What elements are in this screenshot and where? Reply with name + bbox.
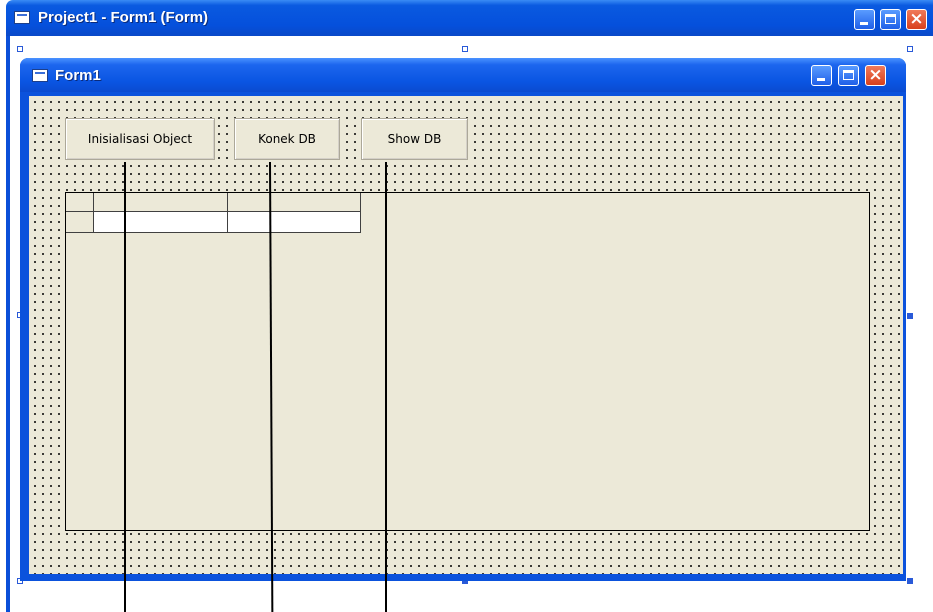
resize-handle-e[interactable] xyxy=(907,313,913,319)
grid-corner-cell xyxy=(66,193,94,212)
resize-handle-ne xyxy=(907,46,913,52)
connect-db-button[interactable]: Konek DB xyxy=(234,118,340,160)
minimize-icon xyxy=(860,22,868,25)
form-maximize-button[interactable] xyxy=(838,65,859,86)
show-db-button-label: Show DB xyxy=(387,132,442,146)
maximize-icon xyxy=(843,70,854,80)
init-object-button[interactable]: Inisialisasi Object xyxy=(65,118,215,160)
grid-column-header[interactable] xyxy=(94,193,228,212)
callout-line xyxy=(385,162,387,612)
maximize-button[interactable] xyxy=(880,9,901,30)
maximize-icon xyxy=(885,14,896,24)
grid-cell[interactable] xyxy=(94,212,228,233)
designer-window-title: Project1 - Form1 (Form) xyxy=(38,9,209,26)
data-grid[interactable] xyxy=(65,192,870,531)
close-icon: × xyxy=(868,65,883,85)
minimize-button[interactable] xyxy=(854,9,875,30)
grid-row-header[interactable] xyxy=(66,212,94,233)
designer-titlebar[interactable]: Project1 - Form1 (Form) × xyxy=(6,0,933,36)
resize-handle-nw xyxy=(17,46,23,52)
resize-handle-se[interactable] xyxy=(907,578,913,584)
minimize-icon xyxy=(817,78,825,81)
grid-cell[interactable] xyxy=(228,212,361,233)
form-designer-icon xyxy=(14,11,30,24)
form-close-button[interactable]: × xyxy=(865,65,886,86)
close-button[interactable]: × xyxy=(906,9,927,30)
form-titlebar[interactable]: Form1 × xyxy=(20,58,906,92)
close-icon: × xyxy=(909,9,924,29)
connect-db-button-label: Konek DB xyxy=(258,132,316,146)
form-icon xyxy=(32,69,48,82)
form-window-title: Form1 xyxy=(55,67,101,84)
designer-border xyxy=(6,36,10,612)
resize-handle-n xyxy=(462,46,468,52)
grid-column-header[interactable] xyxy=(228,193,361,212)
callout-line xyxy=(124,162,126,612)
init-object-button-label: Inisialisasi Object xyxy=(87,132,193,146)
form-minimize-button[interactable] xyxy=(811,65,832,86)
show-db-button[interactable]: Show DB xyxy=(361,118,468,160)
